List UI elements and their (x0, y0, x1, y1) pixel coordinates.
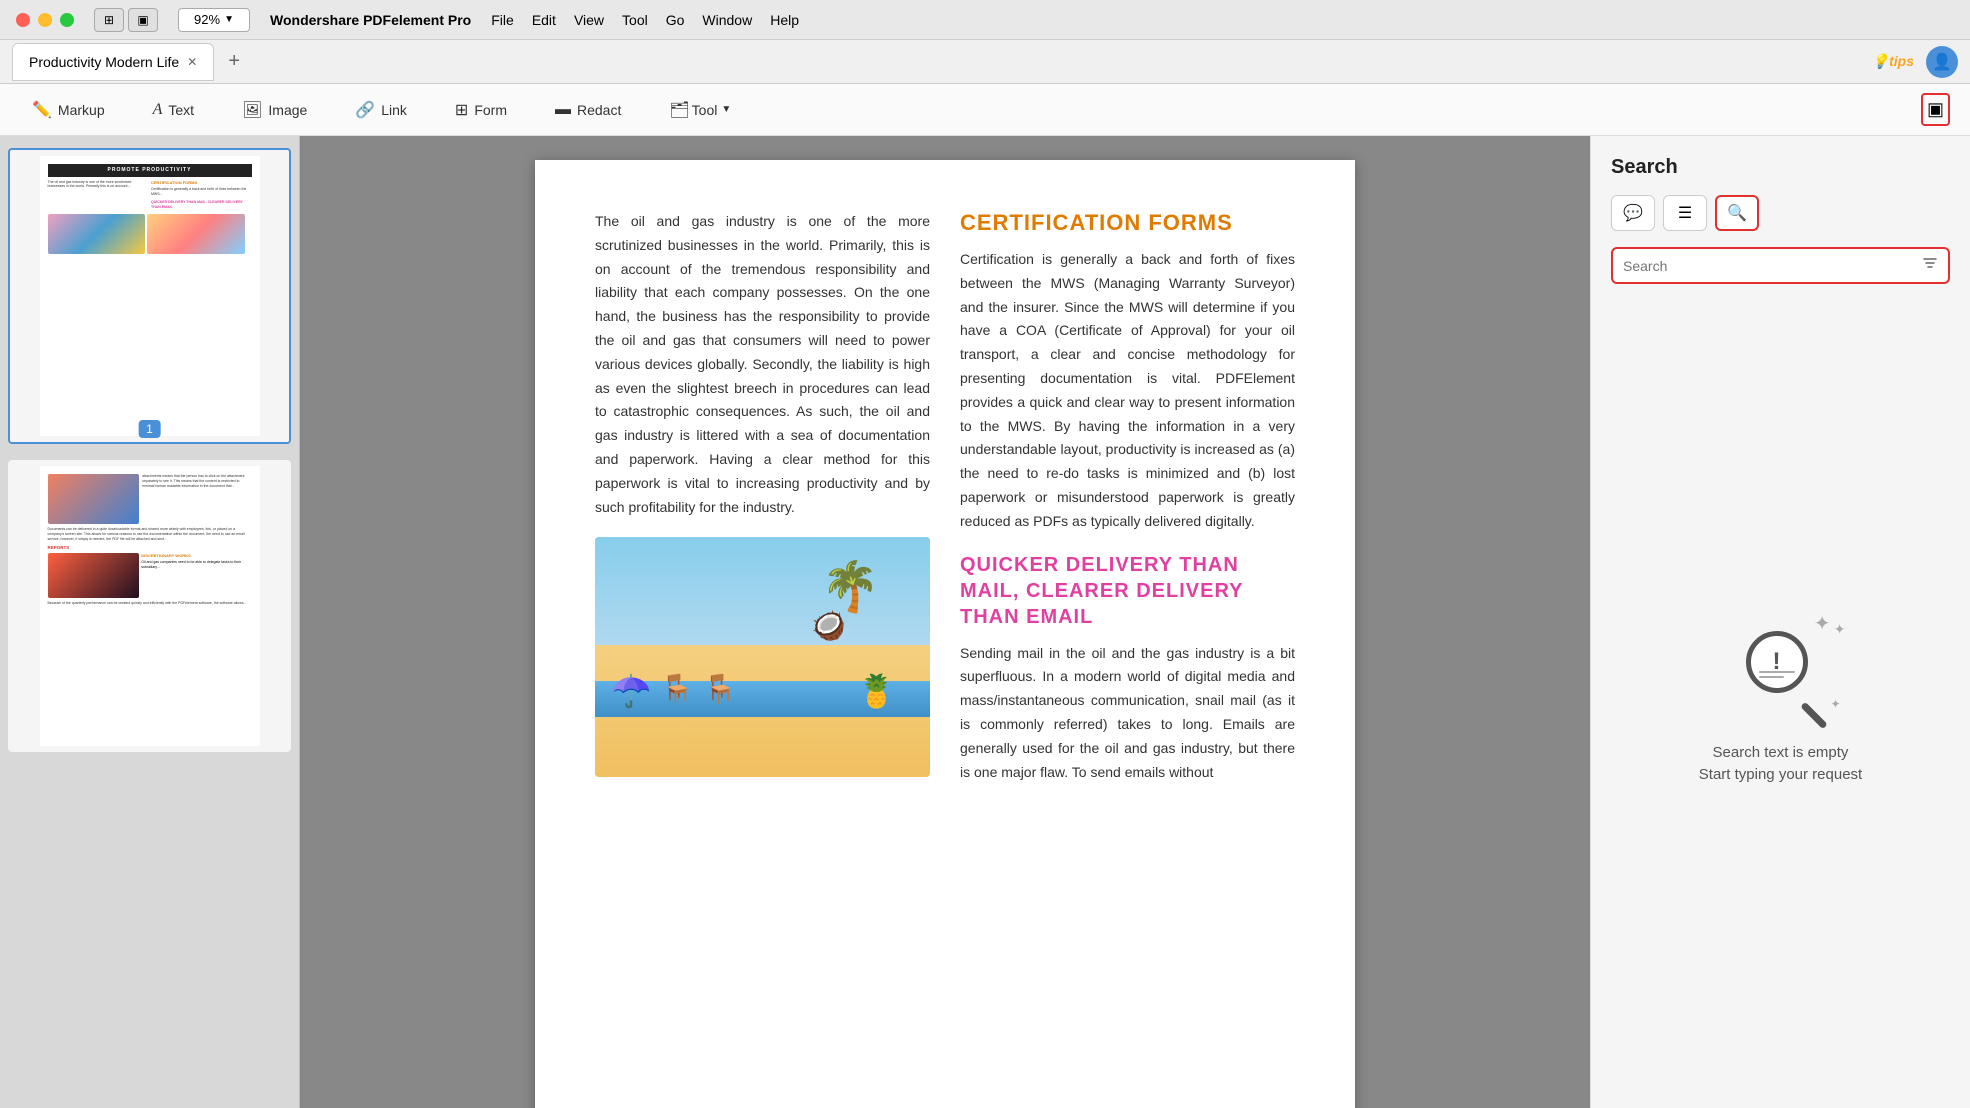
sparkle-icon-3: ✦ (1830, 697, 1840, 711)
thumbnail-content-2: attachments means that the person has to… (40, 466, 260, 746)
panel-toggle-icon: ▣ (1927, 99, 1944, 119)
beach-image: 🌴 ☂️ 🪑 🪑 🥥 🍍 (595, 537, 930, 777)
zoom-value: 92% (194, 12, 220, 27)
thumbnail-content-1: PROMOTE PRODUCTIVITY The oil and gas ind… (40, 156, 260, 436)
form-button[interactable]: ⊞ Form (443, 94, 519, 126)
app-name: Wondershare PDFelement Pro (270, 12, 471, 28)
search-empty-line2: Start typing your request (1699, 764, 1862, 787)
document-page: The oil and gas industry is one of the m… (535, 160, 1355, 1108)
comment-tab-icon: 💬 (1623, 203, 1643, 223)
new-tab-button[interactable]: + (222, 50, 246, 74)
menu-bar: File Edit View Tool Go Window Help (491, 12, 799, 28)
filter-icon[interactable] (1922, 255, 1938, 276)
sparkle-icon-1: ✦ (1814, 611, 1831, 636)
thumbnail-page-1[interactable]: PROMOTE PRODUCTIVITY The oil and gas ind… (8, 148, 291, 444)
tool-label: Tool (692, 102, 718, 118)
thumbnail-page-2[interactable]: attachments means that the person has to… (8, 460, 291, 752)
form-icon: ⊞ (455, 100, 468, 120)
tool-button[interactable]: 🗂 Tool ▼ (657, 94, 743, 126)
menu-go[interactable]: Go (666, 12, 685, 28)
page-number-1: 1 (138, 420, 161, 438)
tool-icon: 🗂 (669, 100, 689, 120)
search-tab-icon: 🔍 (1727, 203, 1747, 223)
certification-body: Certification is generally a back and fo… (960, 248, 1295, 534)
maximize-button[interactable] (60, 13, 74, 27)
search-panel-title: Search (1611, 156, 1950, 179)
text-icon: A (153, 101, 163, 119)
markup-button[interactable]: ✏️ Markup (20, 94, 117, 126)
left-column: The oil and gas industry is one of the m… (595, 210, 930, 802)
sidebar-view-button[interactable]: ▣ (128, 8, 158, 32)
active-tab[interactable]: Productivity Modern Life ✕ (12, 43, 214, 81)
magnifier-handle (1800, 701, 1828, 729)
menu-file[interactable]: File (491, 12, 514, 28)
list-tab-icon: ☰ (1678, 203, 1692, 223)
magnifier-circle: ! (1746, 631, 1808, 693)
text-label: Text (168, 102, 194, 118)
close-button[interactable] (16, 13, 30, 27)
menu-view[interactable]: View (574, 12, 604, 28)
link-icon: 🔗 (355, 100, 375, 120)
menu-tool[interactable]: Tool (622, 12, 648, 28)
search-empty-line1: Search text is empty (1699, 742, 1862, 765)
thumbnail-image-1: PROMOTE PRODUCTIVITY The oil and gas ind… (10, 150, 289, 442)
link-button[interactable]: 🔗 Link (343, 94, 419, 126)
search-input[interactable] (1623, 258, 1922, 274)
two-column-layout: The oil and gas industry is one of the m… (595, 210, 1295, 802)
link-label: Link (381, 102, 407, 118)
redact-button[interactable]: ▬ Redact (543, 95, 633, 125)
search-empty-state: ✦ ✦ ✦ ! (1611, 304, 1950, 1088)
search-illustration: ✦ ✦ ✦ ! (1721, 606, 1841, 726)
form-label: Form (474, 102, 507, 118)
tab-close-button[interactable]: ✕ (187, 55, 197, 69)
tab-title: Productivity Modern Life (29, 54, 179, 70)
main-area: PROMOTE PRODUCTIVITY The oil and gas ind… (0, 136, 1970, 1108)
image-button[interactable]: 🖼 Image (230, 94, 319, 126)
thumbnail-image-2: attachments means that the person has to… (8, 460, 291, 752)
markup-label: Markup (58, 102, 105, 118)
image-icon: 🖼 (242, 100, 262, 120)
text-button[interactable]: A Text (141, 95, 206, 125)
menu-window[interactable]: Window (702, 12, 752, 28)
image-label: Image (268, 102, 307, 118)
user-avatar[interactable]: 👤 (1926, 46, 1958, 78)
zoom-chevron: ▼ (224, 14, 234, 25)
panel-toggle-button[interactable]: ▣ (1921, 93, 1950, 126)
magnifier-lines (1759, 671, 1795, 678)
comment-tab[interactable]: 💬 (1611, 195, 1655, 231)
redact-label: Redact (577, 102, 621, 118)
search-empty-text: Search text is empty Start typing your r… (1699, 742, 1862, 787)
tab-right-controls: 💡tips 👤 (1872, 46, 1958, 78)
tabbar: Productivity Modern Life ✕ + 💡tips 👤 (0, 40, 1970, 84)
left-body-text: The oil and gas industry is one of the m… (595, 210, 930, 519)
zoom-dropdown[interactable]: 92% ▼ (178, 8, 250, 32)
delivery-body: Sending mail in the oil and the gas indu… (960, 642, 1295, 785)
document-area: The oil and gas industry is one of the m… (300, 136, 1590, 1108)
search-panel: Search 💬 ☰ 🔍 (1590, 136, 1970, 1108)
grid-view-button[interactable]: ⊞ (94, 8, 124, 32)
redact-icon: ▬ (555, 101, 571, 119)
sparkle-icon-2: ✦ (1834, 621, 1846, 638)
search-input-container (1611, 247, 1950, 284)
thumbnail-sidebar: PROMOTE PRODUCTIVITY The oil and gas ind… (0, 136, 300, 1108)
minimize-button[interactable] (38, 13, 52, 27)
list-tab[interactable]: ☰ (1663, 195, 1707, 231)
toolbar: ✏️ Markup A Text 🖼 Image 🔗 Link ⊞ Form ▬… (0, 84, 1970, 136)
markup-icon: ✏️ (32, 100, 52, 120)
search-tabs: 💬 ☰ 🔍 (1611, 195, 1950, 231)
delivery-heading: QUICKER DELIVERY THAN MAIL, CLEARER DELI… (960, 552, 1295, 630)
magnifier: ! (1746, 631, 1816, 701)
menu-edit[interactable]: Edit (532, 12, 556, 28)
view-icons: ⊞ ▣ (94, 8, 158, 32)
menu-help[interactable]: Help (770, 12, 799, 28)
tips-icon[interactable]: 💡tips (1872, 53, 1914, 70)
titlebar: ⊞ ▣ 92% ▼ Wondershare PDFelement Pro Fil… (0, 0, 1970, 40)
traffic-lights (16, 13, 74, 27)
certification-heading: CERTIFICATION FORMS (960, 210, 1295, 236)
right-column: CERTIFICATION FORMS Certification is gen… (960, 210, 1295, 802)
search-tab-button[interactable]: 🔍 (1715, 195, 1759, 231)
tool-chevron-icon: ▼ (721, 104, 731, 115)
